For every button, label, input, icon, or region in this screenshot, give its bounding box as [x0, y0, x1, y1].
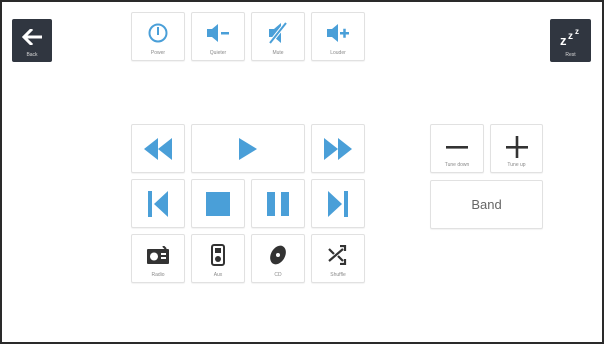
- back-label: Back: [26, 52, 38, 58]
- minus-icon: [431, 135, 483, 159]
- shuffle-label: Shuffle: [330, 272, 346, 278]
- skip-previous-button[interactable]: [131, 179, 185, 228]
- quieter-button[interactable]: Quieter: [191, 12, 245, 61]
- shuffle-button[interactable]: Shuffle: [311, 234, 365, 283]
- svg-text:z: z: [575, 27, 579, 36]
- play-icon: [192, 125, 304, 172]
- louder-button[interactable]: Louder: [311, 12, 365, 61]
- tune-down-label: Tune down: [444, 162, 470, 168]
- rewind-icon: [132, 125, 184, 172]
- svg-text:z: z: [568, 31, 573, 42]
- power-button[interactable]: Power: [131, 12, 185, 61]
- volume-up-icon: [312, 21, 364, 45]
- cd-label: CD: [274, 272, 282, 278]
- radio-label: Radio: [151, 272, 165, 278]
- aux-label: Aux: [213, 272, 223, 278]
- louder-label: Louder: [330, 50, 346, 56]
- svg-text:z: z: [560, 33, 567, 47]
- app-window: Back z z z Rest Power Quieter Mute Loude…: [0, 0, 604, 344]
- play-button[interactable]: [191, 124, 305, 173]
- rest-label: Rest: [565, 52, 576, 58]
- rewind-button[interactable]: [131, 124, 185, 173]
- shuffle-icon: [312, 243, 364, 267]
- quieter-label: Quieter: [209, 50, 227, 56]
- band-label: Band: [471, 197, 502, 212]
- arrow-left-icon: [12, 25, 52, 49]
- plus-icon: [491, 135, 542, 159]
- power-icon: [132, 21, 184, 45]
- radio-icon: [132, 243, 184, 267]
- volume-down-icon: [192, 21, 244, 45]
- fast-forward-button[interactable]: [311, 124, 365, 173]
- mute-label: Mute: [272, 50, 284, 56]
- mute-icon: [252, 21, 304, 45]
- tune-up-button[interactable]: Tune up: [490, 124, 543, 173]
- pause-button[interactable]: [251, 179, 305, 228]
- tune-down-button[interactable]: Tune down: [430, 124, 484, 173]
- disc-icon: [252, 243, 304, 267]
- zzz-icon: z z z: [550, 25, 591, 49]
- rest-button[interactable]: z z z Rest: [550, 19, 591, 62]
- aux-button[interactable]: Aux: [191, 234, 245, 283]
- skip-next-button[interactable]: [311, 179, 365, 228]
- pause-icon: [252, 180, 304, 227]
- back-button[interactable]: Back: [12, 19, 52, 62]
- mute-button[interactable]: Mute: [251, 12, 305, 61]
- power-label: Power: [150, 50, 166, 56]
- stop-button[interactable]: [191, 179, 245, 228]
- band-button[interactable]: Band: [430, 180, 543, 229]
- stop-icon: [192, 180, 244, 227]
- cd-button[interactable]: CD: [251, 234, 305, 283]
- skip-previous-icon: [132, 180, 184, 227]
- skip-next-icon: [312, 180, 364, 227]
- tune-up-label: Tune up: [507, 162, 526, 168]
- fast-forward-icon: [312, 125, 364, 172]
- mp3-player-icon: [192, 243, 244, 267]
- radio-button[interactable]: Radio: [131, 234, 185, 283]
